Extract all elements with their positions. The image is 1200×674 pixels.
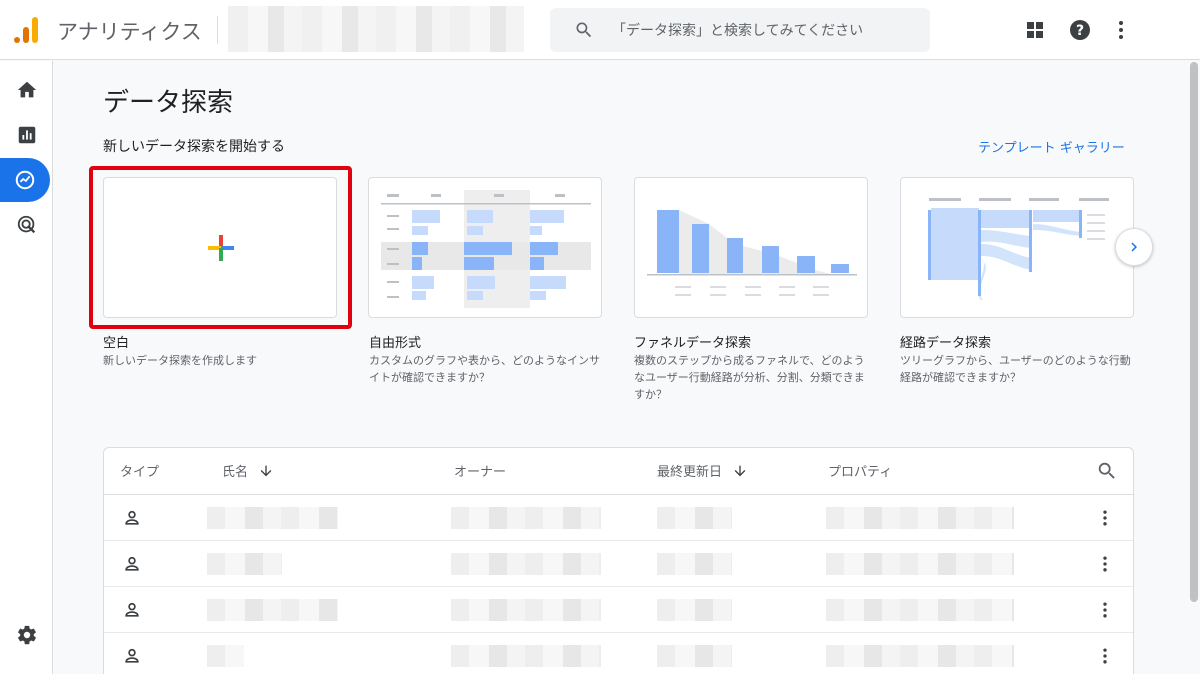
settings-icon [17,625,36,645]
person-icon [125,648,139,663]
table-row[interactable] [104,495,1133,541]
masked-owner [451,553,601,575]
masked-property [826,553,1014,575]
table-row[interactable] [104,633,1133,674]
more-vert-icon[interactable] [1095,600,1115,620]
more-vert-icon[interactable] [1095,646,1115,666]
column-header-type-label: タイプ [120,465,160,480]
more-vert-icon[interactable] [1095,554,1115,574]
freeform-thumbnail [381,190,591,308]
path-thumbnail [928,198,1109,300]
masked-last-modified [657,507,732,529]
nav-settings[interactable] [0,613,53,657]
selection-highlight [89,166,352,329]
section-label: 新しいデータ探索を開始する [103,139,285,155]
template-desc-funnel: 複数のステップから成るファネルで、どのようなユーザー行動経路が分析、分割、分類で… [634,354,865,401]
column-header-property-label: プロパティ [828,465,893,480]
apps-grid-icon[interactable] [1023,18,1047,42]
more-vert-icon[interactable] [1109,18,1133,42]
explore-icon [15,170,35,190]
masked-name [207,553,282,575]
masked-property [826,645,1014,667]
template-title-path: 経路データ探索 [900,336,992,351]
template-gallery-link[interactable]: テンプレート ギャラリー [978,137,1125,156]
analytics-logo[interactable] [14,17,38,43]
column-header-owner[interactable]: オーナー [454,461,506,480]
reports-icon [18,126,35,144]
table-row[interactable] [104,587,1133,633]
masked-owner [451,645,601,667]
page-title: データ探索 [103,88,234,118]
template-title-blank: 空白 [103,336,130,351]
svg-text:?: ? [1076,23,1084,39]
page-scrollbar[interactable] [1190,62,1198,602]
column-header-property[interactable]: プロパティ [828,461,892,480]
column-header-type[interactable]: タイプ [120,461,159,480]
masked-name [207,645,244,667]
masked-name [207,507,338,529]
more-vert-icon[interactable] [1095,508,1115,528]
left-nav-rail [0,61,53,674]
masked-owner [451,599,601,621]
nav-home[interactable] [0,68,53,112]
person-icon [125,510,139,525]
account-selector[interactable] [228,6,524,52]
app-title: アナリティクス [57,20,202,44]
arrow-down-icon [260,465,272,476]
explorations-table: タイプ 氏名 オーナー 最終更新日 プロパティ [103,447,1134,674]
masked-last-modified [657,553,732,575]
help-icon[interactable]: ? [1068,18,1092,42]
funnel-thumbnail [647,210,857,296]
masked-property [826,599,1014,621]
search-icon [576,22,592,38]
column-header-name-label: 氏名 [222,465,249,480]
column-header-owner-label: オーナー [454,465,507,480]
advertising-icon [17,215,35,234]
title-divider [217,16,218,44]
template-title-freeform: 自由形式 [369,336,422,351]
search-icon[interactable] [1096,460,1118,482]
search-input[interactable]: 「データ探索」と検索してみてください [612,20,863,40]
masked-last-modified [657,599,732,621]
person-icon [125,602,139,617]
column-header-last-modified-label: 最終更新日 [657,465,723,480]
nav-explore[interactable] [0,158,50,202]
template-desc-blank: 新しいデータ探索を作成します [103,354,257,367]
nav-advertising[interactable] [0,203,53,247]
template-desc-path: ツリーグラフから、ユーザーのどのような行動経路が確認できますか？ [900,354,1131,384]
template-card-funnel[interactable] [634,177,868,318]
nav-reports[interactable] [0,113,53,157]
masked-name [207,599,338,621]
template-desc-freeform: カスタムのグラフや表から、どのようなインサイトが確認できますか？ [369,354,600,384]
search-bar[interactable]: 「データ探索」と検索してみてください [550,8,930,52]
home-icon [17,81,36,98]
person-icon [125,556,139,571]
template-title-funnel: ファネルデータ探索 [634,336,752,351]
arrow-down-icon [734,465,746,476]
column-header-name[interactable]: 氏名 [222,461,274,480]
masked-owner [451,507,601,529]
table-row[interactable] [104,541,1133,587]
top-bar: アナリティクス 「データ探索」と検索してみてください ? [0,0,1200,60]
chevron-right-icon [1131,242,1137,252]
template-card-path[interactable] [900,177,1134,318]
template-card-freeform[interactable] [368,177,602,318]
masked-property [826,507,1014,529]
masked-last-modified [657,645,732,667]
next-templates-button[interactable] [1115,228,1153,266]
column-header-last-modified[interactable]: 最終更新日 [657,461,748,480]
